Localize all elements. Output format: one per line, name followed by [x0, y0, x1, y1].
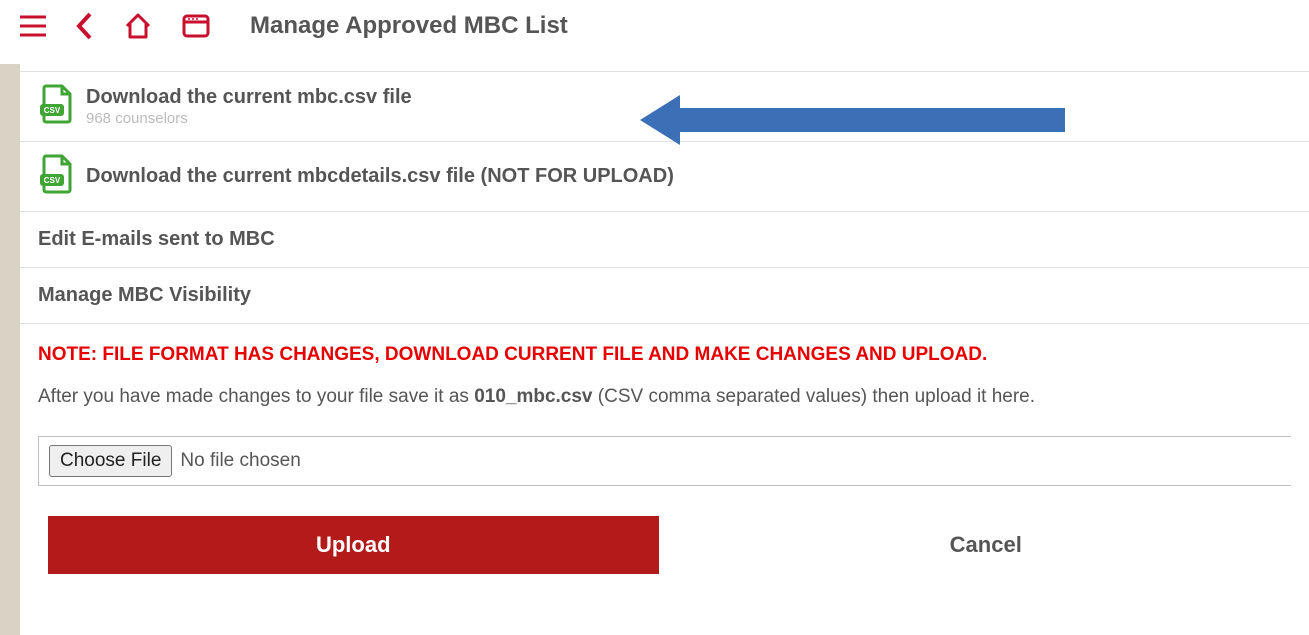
- download-mbc-title: Download the current mbc.csv file: [86, 86, 412, 109]
- note-instr-filename: 010_mbc.csv: [474, 386, 592, 407]
- svg-text:CSV: CSV: [44, 176, 61, 185]
- note-warning: NOTE: FILE FORMAT HAS CHANGES, DOWNLOAD …: [38, 344, 1291, 366]
- main-content: CSV Download the current mbc.csv file 96…: [20, 52, 1309, 574]
- note-instruction: After you have made changes to your file…: [38, 386, 1291, 408]
- file-status-text: No file chosen: [180, 450, 300, 472]
- window-icon[interactable]: [182, 14, 210, 38]
- back-icon[interactable]: [76, 12, 94, 40]
- download-mbc-subtitle: 968 counselors: [86, 110, 412, 127]
- header-bar: Manage Approved MBC List: [0, 0, 1309, 52]
- home-icon[interactable]: [124, 13, 152, 39]
- edit-emails-title: Edit E-mails sent to MBC: [38, 228, 275, 250]
- sidebar-strip: [0, 64, 20, 635]
- download-details-item[interactable]: CSV Download the current mbcdetails.csv …: [20, 142, 1309, 212]
- file-input-row: Choose File No file chosen: [38, 436, 1291, 486]
- download-details-title: Download the current mbcdetails.csv file…: [86, 165, 674, 188]
- note-section: NOTE: FILE FORMAT HAS CHANGES, DOWNLOAD …: [20, 324, 1309, 436]
- download-mbc-item[interactable]: CSV Download the current mbc.csv file 96…: [20, 72, 1309, 142]
- note-instr-post: (CSV comma separated values) then upload…: [593, 386, 1036, 407]
- note-instr-pre: After you have made changes to your file…: [38, 386, 474, 407]
- upload-button[interactable]: Upload: [48, 516, 659, 574]
- csv-icon: CSV: [38, 154, 74, 199]
- cancel-button[interactable]: Cancel: [681, 516, 1292, 574]
- choose-file-button[interactable]: Choose File: [49, 445, 172, 477]
- page-title: Manage Approved MBC List: [250, 12, 568, 40]
- manage-visibility-item[interactable]: Manage MBC Visibility: [20, 268, 1309, 324]
- svg-text:CSV: CSV: [44, 106, 61, 115]
- action-buttons: Upload Cancel: [48, 516, 1291, 574]
- csv-icon: CSV: [38, 84, 74, 129]
- edit-emails-item[interactable]: Edit E-mails sent to MBC: [20, 212, 1309, 268]
- manage-visibility-title: Manage MBC Visibility: [38, 284, 251, 306]
- menu-icon[interactable]: [20, 15, 46, 37]
